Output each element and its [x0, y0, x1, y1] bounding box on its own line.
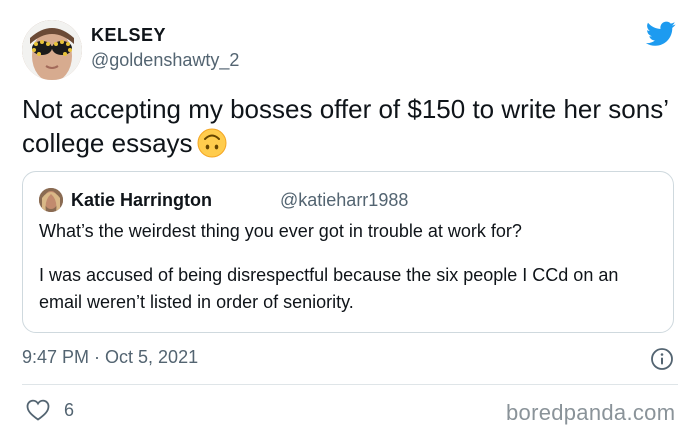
quoted-author-handle[interactable]: @katieharr1988	[280, 190, 408, 211]
author-avatar[interactable]	[22, 20, 82, 80]
quoted-tweet-text: What’s the weirdest thing you ever got i…	[39, 218, 659, 316]
tweet-text: Not accepting my bosses offer of $150 to…	[22, 92, 682, 160]
quoted-author-avatar[interactable]	[39, 188, 63, 212]
author-handle[interactable]: @goldenshawty_2	[91, 50, 239, 71]
upside-down-face-icon	[197, 128, 227, 158]
tweet-body: Not accepting my bosses offer of $150 to…	[22, 94, 669, 158]
author-display-name[interactable]: KELSEY	[91, 25, 166, 46]
user-avatar-sunglasses-icon	[22, 20, 82, 80]
twitter-bird-icon[interactable]	[646, 21, 676, 47]
quoted-author-display-name[interactable]: Katie Harrington	[71, 190, 212, 211]
quoted-tweet-card[interactable]: Katie Harrington @katieharr1988 What’s t…	[22, 171, 674, 333]
info-icon[interactable]	[650, 347, 674, 371]
quoted-paragraph-2: I was accused of being disrespectful bec…	[39, 265, 619, 312]
like-count: 6	[64, 400, 75, 420]
tweet-timestamp[interactable]: 9:47 PM · Oct 5, 2021	[22, 347, 198, 368]
heart-icon[interactable]	[26, 399, 50, 421]
divider	[22, 384, 678, 385]
watermark: boredpanda.com	[506, 400, 676, 425]
quoted-paragraph-1: What’s the weirdest thing you ever got i…	[39, 221, 522, 241]
quoted-user-avatar-icon	[39, 188, 63, 212]
